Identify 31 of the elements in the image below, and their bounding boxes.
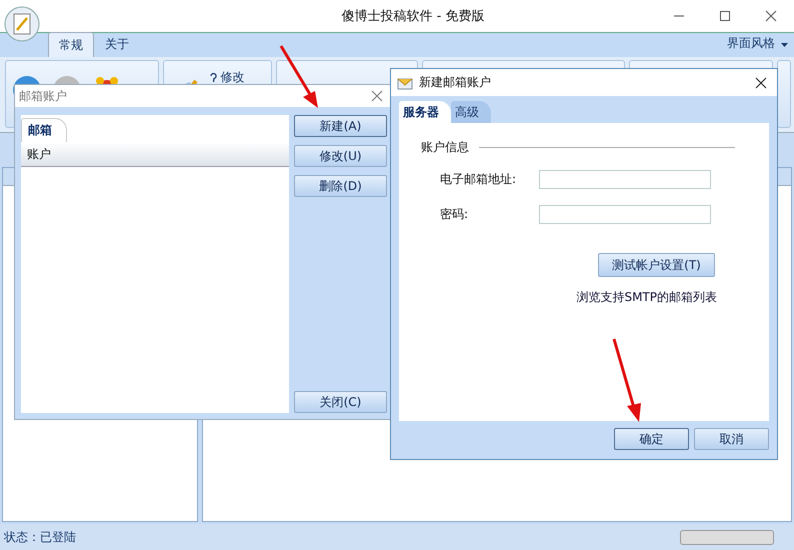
dialog-button[interactable]: 新建(A) bbox=[294, 115, 387, 137]
dialog-title: 新建邮箱账户 bbox=[419, 74, 492, 91]
status-text: 状态：已登陆 bbox=[4, 528, 76, 546]
dialog-button[interactable]: 取消 bbox=[694, 428, 769, 450]
envelope-icon bbox=[397, 76, 413, 90]
ribbon-tab[interactable]: 关于 bbox=[94, 32, 140, 57]
mailbox-list-link[interactable]: 浏览支持SMTP的邮箱列表 bbox=[576, 289, 717, 306]
hook-icon bbox=[210, 73, 217, 84]
caret-icon[interactable] bbox=[781, 43, 788, 47]
column-header[interactable]: 账户 bbox=[21, 142, 289, 167]
field-label: 电子邮箱地址: bbox=[440, 170, 518, 188]
close-button[interactable] bbox=[753, 74, 769, 90]
style-menu[interactable]: 界面风格 bbox=[721, 34, 781, 53]
annotation-arrow bbox=[280, 45, 318, 108]
input-field[interactable] bbox=[539, 204, 711, 224]
dialog-button[interactable]: 确定 bbox=[614, 428, 689, 450]
ribbon-tab[interactable]: 常规 bbox=[48, 32, 94, 57]
field-label: 密码: bbox=[440, 206, 470, 222]
dialog-button[interactable]: 删除(D) bbox=[294, 175, 387, 197]
dialog-tab[interactable]: 服务器 bbox=[399, 101, 451, 123]
input-field[interactable] bbox=[539, 170, 711, 188]
test-settings-button[interactable]: 测试帐户设置(T) bbox=[598, 253, 715, 277]
window-title: 傻博士投稿软件 - 免费版 bbox=[340, 8, 486, 25]
dialog-tab[interactable]: 高级 bbox=[451, 101, 491, 123]
close-dialog-button[interactable]: 关闭(C) bbox=[294, 391, 387, 413]
dialog-title: 邮箱账户 bbox=[19, 88, 67, 104]
dialog-button[interactable]: 修改(U) bbox=[294, 145, 387, 167]
section-title: 账户信息 bbox=[421, 139, 469, 156]
panel-tab[interactable]: 邮箱 bbox=[21, 118, 67, 142]
ribbon-group bbox=[777, 60, 791, 128]
toolbar-label[interactable]: 修改 bbox=[220, 69, 245, 86]
